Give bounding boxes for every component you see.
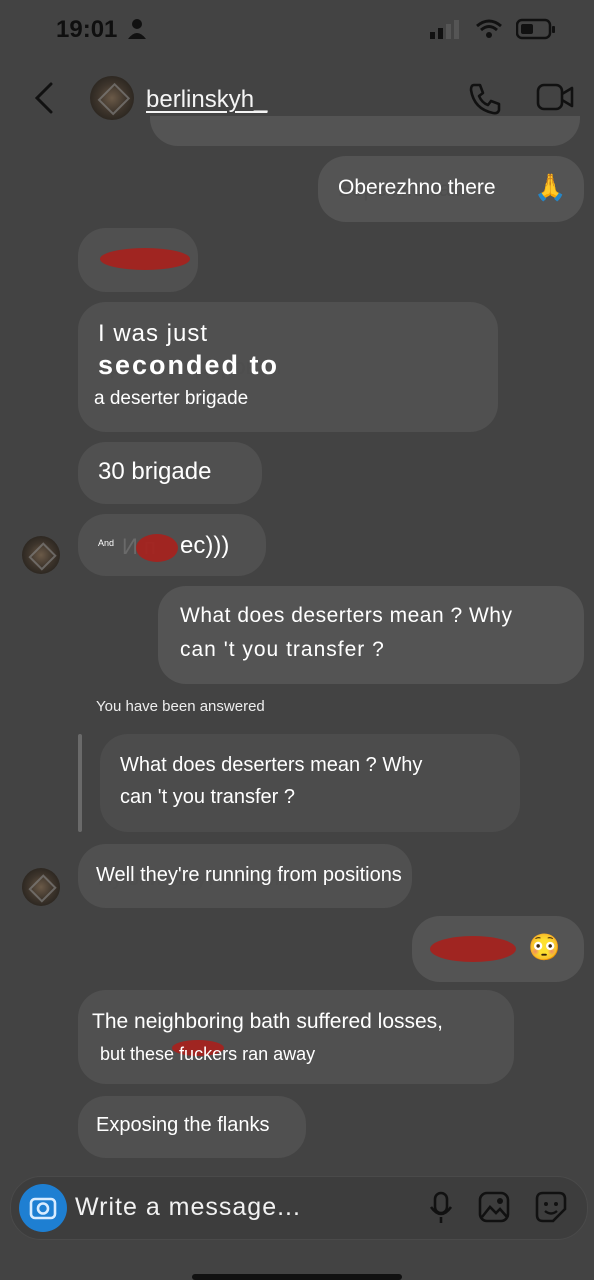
status-bar: 19:01 [0, 0, 594, 60]
status-time: 19:01 [56, 16, 118, 43]
person-icon [128, 19, 146, 39]
back-arrow-icon[interactable] [34, 82, 54, 114]
message-text: seconded to [98, 350, 280, 380]
message-text: but these fuckers ran away [100, 1044, 316, 1064]
emoji-pray: 🙏 [534, 172, 567, 202]
message-bubble-partial [150, 116, 580, 146]
message-bubble-incoming[interactable] [78, 228, 198, 292]
message-text-small: And [98, 538, 115, 548]
message-bubble-incoming[interactable]: 30 brigade [78, 442, 262, 504]
username[interactable]: berlinskyh_ [146, 86, 267, 114]
reply-note: You have been answered [96, 698, 265, 715]
status-icons [430, 18, 556, 40]
wifi-icon [476, 19, 502, 38]
redaction-scribble [136, 534, 178, 562]
message-bubble-outgoing[interactable]: 😳 [412, 916, 584, 982]
message-text: The neighboring bath suffered losses, [92, 1010, 444, 1033]
message-bubble-outgoing[interactable]: What does deserters mean ? Why can 't yo… [158, 586, 584, 684]
message-bubble-incoming[interactable]: The neighboring bath suffered losses, bu… [78, 990, 514, 1084]
gallery-icon[interactable] [478, 1191, 510, 1223]
quoted-message[interactable]: What does deserters mean ? Why can 't yo… [100, 734, 520, 832]
signal-icon [430, 20, 459, 39]
redaction-scribble [430, 936, 516, 962]
message-text: I was just [98, 320, 209, 347]
microphone-icon[interactable] [429, 1191, 453, 1225]
message-bubble-incoming[interactable]: Ну они бегут с позиций Well they're runn… [78, 844, 412, 908]
message-text: What does deserters mean ? Why [180, 604, 513, 627]
quoted-text: can 't you transfer ? [120, 786, 296, 808]
message-text: ec))) [180, 532, 230, 559]
battery-icon [516, 18, 555, 40]
avatar[interactable] [22, 536, 60, 574]
message-text: Well they're running from positions [96, 864, 402, 886]
message-bubble-incoming[interactable]: прикомандирован I was just seconded to a… [78, 302, 498, 432]
sticker-icon[interactable] [535, 1191, 567, 1223]
avatar[interactable] [22, 868, 60, 906]
message-text: Exposing the flanks [96, 1114, 270, 1136]
message-composer: Write a message... [10, 1176, 588, 1240]
message-text: Oberezhno there [338, 176, 496, 199]
message-bubble-incoming[interactable]: Exposing the flanks [78, 1096, 306, 1158]
phone-icon[interactable] [468, 82, 502, 116]
camera-button[interactable] [19, 1184, 67, 1232]
redaction-scribble [100, 248, 190, 270]
message-text: 30 brigade [98, 458, 212, 485]
avatar[interactable] [90, 76, 134, 120]
message-bubble-incoming[interactable]: And И п ec))) [78, 514, 266, 576]
message-bubble-outgoing[interactable]: Бережно там Oberezhno there 🙏 [318, 156, 584, 222]
home-indicator [192, 1274, 402, 1280]
message-input[interactable]: Write a message... [75, 1193, 301, 1222]
message-text: a deserter brigade [94, 388, 249, 409]
message-text: can 't you transfer ? [180, 638, 385, 661]
camera-icon [29, 1197, 57, 1220]
quoted-text: What does deserters mean ? Why [120, 754, 423, 776]
video-icon[interactable] [536, 82, 574, 112]
header-actions [468, 82, 574, 116]
reply-quote-bar [78, 734, 82, 832]
emoji-flushed: 😳 [528, 932, 561, 962]
